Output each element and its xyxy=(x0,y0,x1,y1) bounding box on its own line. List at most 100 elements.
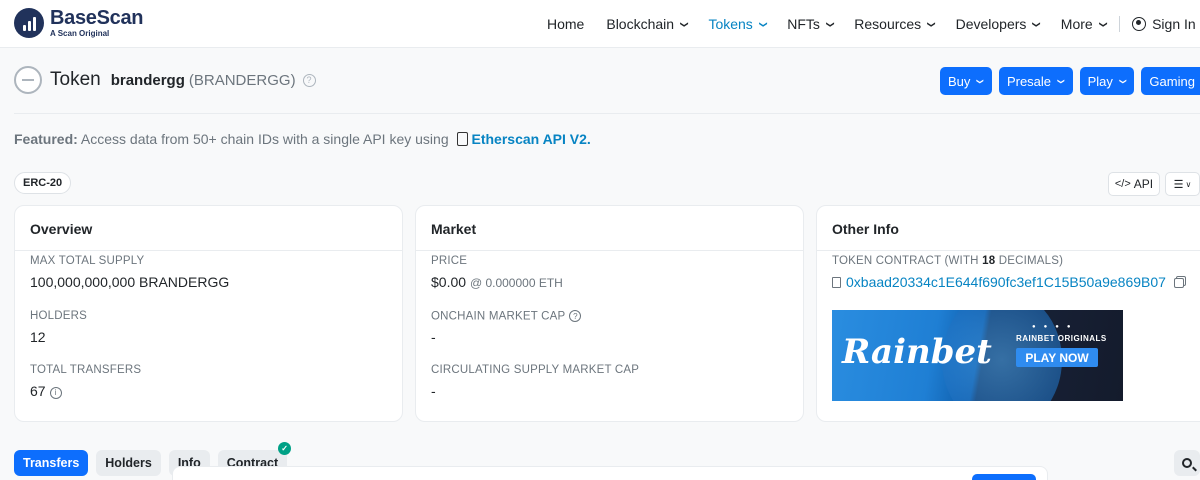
play-label: Play xyxy=(1087,73,1113,89)
play-button[interactable]: Play ❯ xyxy=(1079,67,1135,95)
presale-label: Presale xyxy=(1006,73,1052,89)
circ-cap-value: - xyxy=(431,383,436,399)
other-info-title: Other Info xyxy=(832,221,899,237)
verified-check-icon: ✓ xyxy=(278,442,292,455)
contract-address-link[interactable]: 0xbaad20334c1E644f690fc3ef1C15B50a9e869B… xyxy=(846,274,1166,290)
chevron-down-icon: ❯ xyxy=(1032,20,1042,28)
price-row: $0.00 @ 0.000000 ETH xyxy=(431,274,563,290)
code-icon: </> xyxy=(1114,178,1131,190)
gaming-button[interactable]: Gaming❯ xyxy=(1141,67,1200,95)
contract-label-suffix: DECIMALS) xyxy=(998,255,1064,267)
decimals-value: 18 xyxy=(982,255,996,267)
buy-button[interactable]: Buy ❯ xyxy=(940,67,992,95)
nav-resources[interactable]: Resources ❯ xyxy=(854,16,936,32)
ad-play-now-button[interactable]: PLAY NOW xyxy=(1016,348,1098,367)
nav-developers[interactable]: Developers ❯ xyxy=(956,16,1041,32)
nav-more[interactable]: More ❯ xyxy=(1060,16,1108,32)
card-divider xyxy=(416,250,803,251)
nav-home-label: Home xyxy=(547,16,585,32)
question-circle-icon[interactable]: ? xyxy=(302,73,316,87)
list-icon: ☰ xyxy=(1173,178,1184,191)
question-circle-icon[interactable]: ? xyxy=(569,310,582,322)
etherscan-icon xyxy=(456,132,468,146)
panel-action-button[interactable] xyxy=(972,474,1036,480)
nav-nfts[interactable]: NFTs ❯ xyxy=(787,16,834,32)
user-circle-icon xyxy=(1132,17,1147,31)
document-icon xyxy=(832,277,841,288)
gaming-label: Gaming xyxy=(1149,73,1195,89)
other-info-card: Other Info TOKEN CONTRACT (WITH 18 DECIM… xyxy=(816,205,1200,422)
transfers-label: TOTAL TRANSFERS xyxy=(30,364,142,376)
price-label: PRICE xyxy=(431,255,468,267)
nav-blockchain[interactable]: Blockchain ❯ xyxy=(606,16,688,32)
transfers-value: 67 xyxy=(30,383,46,399)
token-name: brandergg xyxy=(110,71,185,89)
signin-label: Sign In xyxy=(1152,16,1196,32)
logo-chart-icon xyxy=(14,8,44,38)
token-placeholder-icon xyxy=(14,66,42,94)
info-icon[interactable]: i xyxy=(49,386,62,399)
chevron-down-icon: ❯ xyxy=(679,20,689,28)
max-supply-value: 100,000,000,000 BRANDERGG xyxy=(30,274,230,290)
tab-holders[interactable]: Holders xyxy=(96,450,161,476)
ad-dots-decoration: ●●●● xyxy=(1032,324,1079,330)
nav-home[interactable]: Home xyxy=(547,16,584,32)
rainbet-ad-banner[interactable]: Rainbet ●●●● RAINBET ORIGINALS PLAY NOW xyxy=(832,310,1123,401)
more-options-button[interactable]: ☰ ∨ xyxy=(1165,172,1200,196)
logo-tagline: A Scan Original xyxy=(50,29,110,38)
chevron-down-icon: ❯ xyxy=(976,77,985,85)
copy-icon[interactable] xyxy=(1173,278,1184,288)
holders-label: HOLDERS xyxy=(30,310,87,322)
nav-developers-label: Developers xyxy=(955,16,1027,32)
tab-transfers[interactable]: Transfers xyxy=(14,450,89,476)
sponsored-buttons: Buy ❯ Presale ❯ Play ❯ Gaming❯ xyxy=(940,67,1200,95)
onchain-cap-value: - xyxy=(431,329,436,345)
price-eth: @ 0.000000 ETH xyxy=(469,276,563,290)
nav-more-label: More xyxy=(1060,16,1093,32)
signin-link[interactable]: Sign In xyxy=(1132,16,1196,32)
chevron-down-icon: ❯ xyxy=(1119,77,1128,85)
presale-button[interactable]: Presale ❯ xyxy=(998,67,1073,95)
chevron-down-icon: ∨ xyxy=(1185,179,1192,189)
transfers-row: 67 i xyxy=(30,383,62,399)
search-button[interactable] xyxy=(1174,450,1200,476)
overview-card: Overview MAX TOTAL SUPPLY 100,000,000,00… xyxy=(14,205,403,422)
buy-label: Buy xyxy=(948,73,971,89)
section-divider xyxy=(14,113,1200,114)
token-heading: Token brandergg (BRANDERGG) ? xyxy=(14,66,316,94)
nav-nfts-label: NFTs xyxy=(787,16,820,32)
overview-title: Overview xyxy=(30,221,93,237)
token-label: Token xyxy=(50,69,101,90)
contract-label: TOKEN CONTRACT (WITH 18 DECIMALS) xyxy=(832,255,1063,267)
card-divider xyxy=(817,250,1200,251)
nav-divider xyxy=(1119,16,1121,32)
circ-cap-label: CIRCULATING SUPPLY MARKET CAP xyxy=(431,364,640,376)
onchain-cap-label: ONCHAIN MARKET CAP xyxy=(431,310,566,323)
nav-tokens[interactable]: Tokens ❯ xyxy=(708,16,767,32)
chevron-down-icon: ❯ xyxy=(758,20,768,28)
api-button[interactable]: </> API xyxy=(1108,172,1160,196)
featured-prefix: Featured: xyxy=(14,131,78,147)
main-nav: Home Blockchain ❯ Tokens ❯ NFTs ❯ Resources… xyxy=(540,0,1196,48)
contract-label-prefix: TOKEN CONTRACT (WITH xyxy=(832,255,979,267)
nav-blockchain-label: Blockchain xyxy=(606,16,675,32)
basescan-logo[interactable]: BaseScan A Scan Original xyxy=(14,8,144,38)
chevron-down-icon: ❯ xyxy=(825,20,835,28)
onchain-cap-row: ONCHAIN MARKET CAP? xyxy=(431,310,582,323)
token-symbol: (BRANDERGG) xyxy=(188,71,296,89)
nav-resources-label: Resources xyxy=(854,16,922,32)
chevron-down-icon: ❯ xyxy=(1057,77,1066,85)
max-supply-label: MAX TOTAL SUPPLY xyxy=(30,255,145,267)
featured-text: Access data from 50+ chain IDs with a si… xyxy=(80,131,449,147)
card-divider xyxy=(15,250,402,251)
chevron-down-icon: ❯ xyxy=(926,20,936,28)
top-navbar: BaseScan A Scan Original Home Blockchain… xyxy=(0,0,1200,48)
etherscan-api-link[interactable]: Etherscan API V2. xyxy=(472,131,591,147)
holders-value: 12 xyxy=(30,329,46,345)
api-label: API xyxy=(1133,177,1154,191)
search-icon xyxy=(1182,458,1192,468)
contract-row: 0xbaad20334c1E644f690fc3ef1C15B50a9e869B… xyxy=(832,274,1184,290)
ad-brand: Rainbet xyxy=(842,332,992,372)
ad-tagline: RAINBET ORIGINALS xyxy=(1016,334,1107,343)
tab-content-panel xyxy=(172,466,1048,480)
